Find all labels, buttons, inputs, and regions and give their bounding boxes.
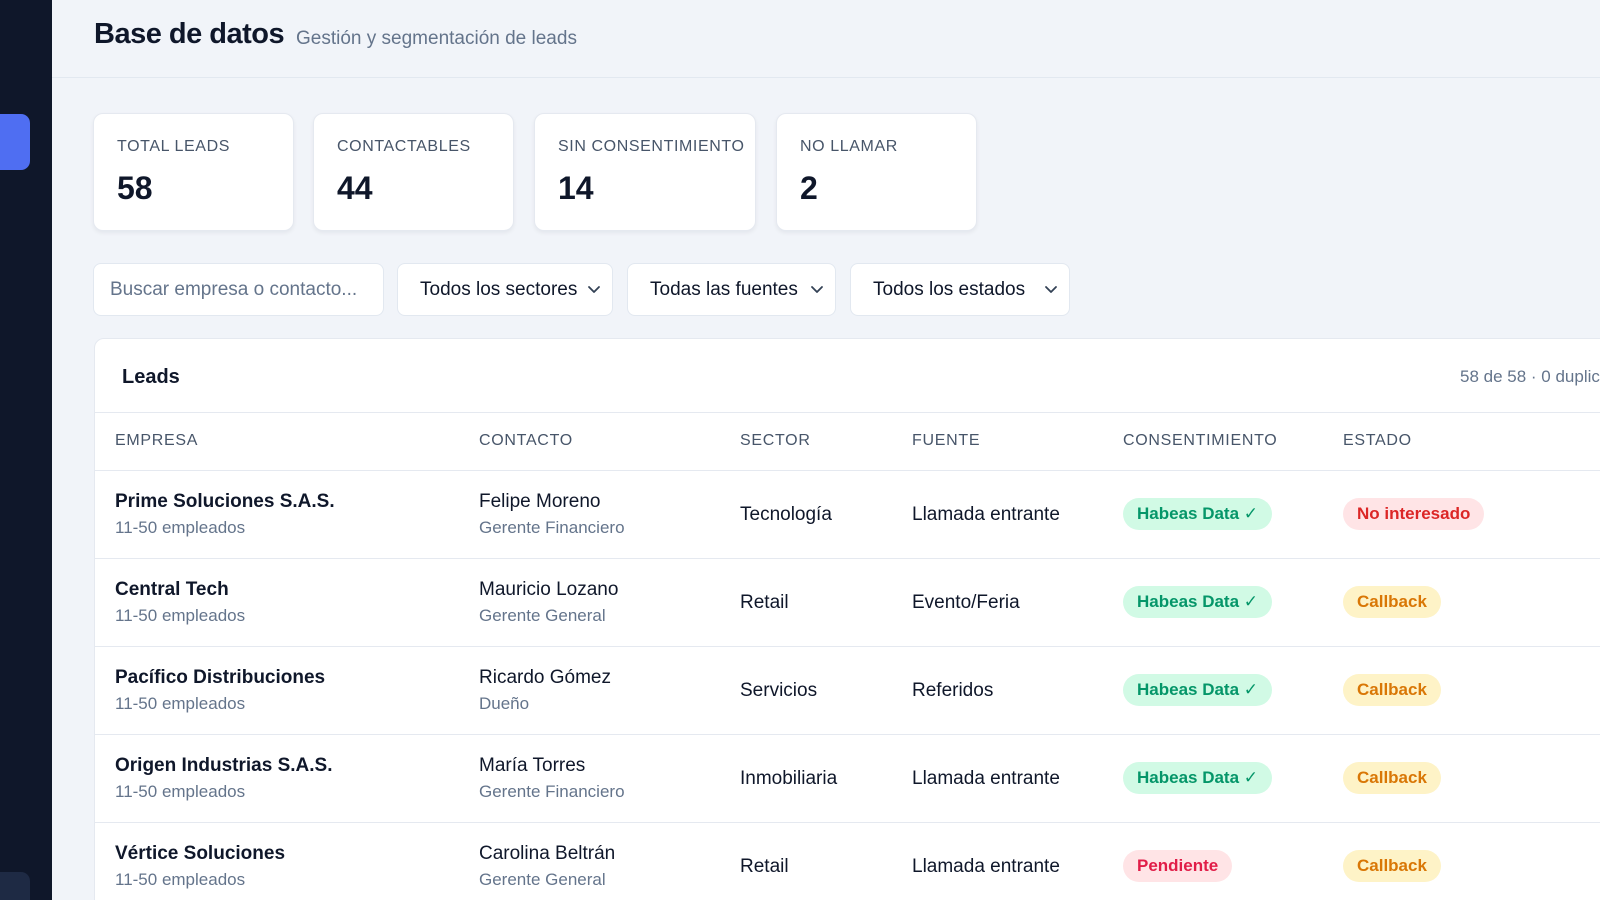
consent-badge: Pendiente <box>1123 850 1233 882</box>
contact-role: Gerente General <box>479 606 606 625</box>
source-cell: Llamada entrante <box>912 504 1060 525</box>
stat-card-no-llamar: NO LLAMAR 2 <box>776 113 977 231</box>
stat-label: NO LLAMAR <box>800 138 898 155</box>
contact-name: Carolina Beltrán <box>479 843 616 864</box>
status-badge: No interesado <box>1343 498 1485 530</box>
company-size: 11-50 empleados <box>115 606 246 625</box>
column-header-consentimiento[interactable]: CONSENTIMIENTO <box>1123 432 1277 450</box>
sector-cell: Servicios <box>740 680 818 701</box>
table-row[interactable]: Vértice Soluciones 11-50 empleados Carol… <box>95 823 1600 900</box>
contact-name: Ricardo Gómez <box>479 667 611 688</box>
contact-role: Gerente Financiero <box>479 782 625 801</box>
consent-badge: Habeas Data ✓ <box>1123 498 1273 530</box>
status-filter-select[interactable]: Todos los estados <box>850 263 1070 316</box>
sector-cell: Retail <box>740 592 789 613</box>
sector-filter-value: Todos los sectores <box>420 279 578 300</box>
stat-label: CONTACTABLES <box>337 138 471 155</box>
stat-value: 2 <box>800 170 818 206</box>
column-header-fuente[interactable]: FUENTE <box>912 432 980 450</box>
stat-card-contactables: CONTACTABLES 44 <box>313 113 514 231</box>
company-size: 11-50 empleados <box>115 782 246 801</box>
consent-badge: Habeas Data ✓ <box>1123 674 1273 706</box>
stat-value: 14 <box>558 170 594 206</box>
source-cell: Evento/Feria <box>912 592 1020 613</box>
company-size: 11-50 empleados <box>115 870 246 889</box>
consent-badge: Habeas Data ✓ <box>1123 586 1273 618</box>
stat-label: SIN CONSENTIMIENTO <box>558 138 745 155</box>
source-cell: Referidos <box>912 680 994 701</box>
contact-role: Dueño <box>479 694 530 713</box>
column-header-estado[interactable]: ESTADO <box>1343 432 1412 450</box>
chevron-down-icon <box>1045 286 1057 293</box>
source-filter-select[interactable]: Todas las fuentes <box>627 263 836 316</box>
contact-name: Felipe Moreno <box>479 491 601 512</box>
search-input[interactable]: Buscar empresa o contacto... <box>93 263 384 316</box>
consent-badge: Habeas Data ✓ <box>1123 762 1273 794</box>
company-name: Central Tech <box>115 579 229 600</box>
panel-title: Leads <box>122 366 180 388</box>
page-title: Base de datos <box>94 18 285 50</box>
status-badge: Callback <box>1343 674 1441 706</box>
table-row[interactable]: Prime Soluciones S.A.S. 11-50 empleados … <box>95 471 1600 559</box>
sidebar-active-item[interactable] <box>0 114 30 170</box>
chevron-down-icon <box>811 286 823 293</box>
company-name: Vértice Soluciones <box>115 843 286 864</box>
leads-panel: Leads 58 de 58 · 0 duplic EMPRESA CONTAC… <box>94 338 1600 900</box>
stat-value: 44 <box>337 170 373 206</box>
company-name: Prime Soluciones S.A.S. <box>115 491 335 512</box>
contact-role: Gerente Financiero <box>479 518 625 537</box>
sector-cell: Retail <box>740 856 789 877</box>
sector-filter-select[interactable]: Todos los sectores <box>397 263 613 316</box>
contact-role: Gerente General <box>479 870 606 889</box>
stat-card-total-leads: TOTAL LEADS 58 <box>93 113 294 231</box>
table-row[interactable]: Origen Industrias S.A.S. 11-50 empleados… <box>95 735 1600 823</box>
contact-name: Mauricio Lozano <box>479 579 619 600</box>
stat-card-sin-consentimiento: SIN CONSENTIMIENTO 14 <box>534 113 756 231</box>
sector-cell: Inmobiliaria <box>740 768 838 789</box>
source-filter-value: Todas las fuentes <box>650 279 798 300</box>
page-header: Base de datos Gestión y segmentación de … <box>52 0 1600 78</box>
chevron-down-icon <box>588 286 600 293</box>
sidebar-bottom-item[interactable] <box>0 872 30 900</box>
company-size: 11-50 empleados <box>115 518 246 537</box>
company-name: Origen Industrias S.A.S. <box>115 755 333 776</box>
source-cell: Llamada entrante <box>912 856 1060 877</box>
status-badge: Callback <box>1343 850 1441 882</box>
panel-meta: 58 de 58 · 0 duplic <box>1460 367 1600 386</box>
sidebar <box>0 0 52 900</box>
stat-value: 58 <box>117 170 153 206</box>
status-badge: Callback <box>1343 762 1441 794</box>
source-cell: Llamada entrante <box>912 768 1060 789</box>
sector-cell: Tecnología <box>740 504 832 525</box>
column-header-sector[interactable]: SECTOR <box>740 432 811 450</box>
column-header-empresa[interactable]: EMPRESA <box>115 432 198 450</box>
column-header-contacto[interactable]: CONTACTO <box>479 432 573 450</box>
company-size: 11-50 empleados <box>115 694 246 713</box>
table-row[interactable]: Central Tech 11-50 empleados Mauricio Lo… <box>95 559 1600 647</box>
company-name: Pacífico Distribuciones <box>115 667 326 688</box>
status-filter-value: Todos los estados <box>873 279 1026 300</box>
table-row[interactable]: Pacífico Distribuciones 11-50 empleados … <box>95 647 1600 735</box>
stat-label: TOTAL LEADS <box>117 138 231 155</box>
page-subtitle: Gestión y segmentación de leads <box>296 28 577 49</box>
divider <box>95 412 1600 413</box>
search-placeholder: Buscar empresa o contacto... <box>110 279 358 300</box>
status-badge: Callback <box>1343 586 1441 618</box>
main-content: Base de datos Gestión y segmentación de … <box>52 0 1600 900</box>
contact-name: María Torres <box>479 755 586 776</box>
